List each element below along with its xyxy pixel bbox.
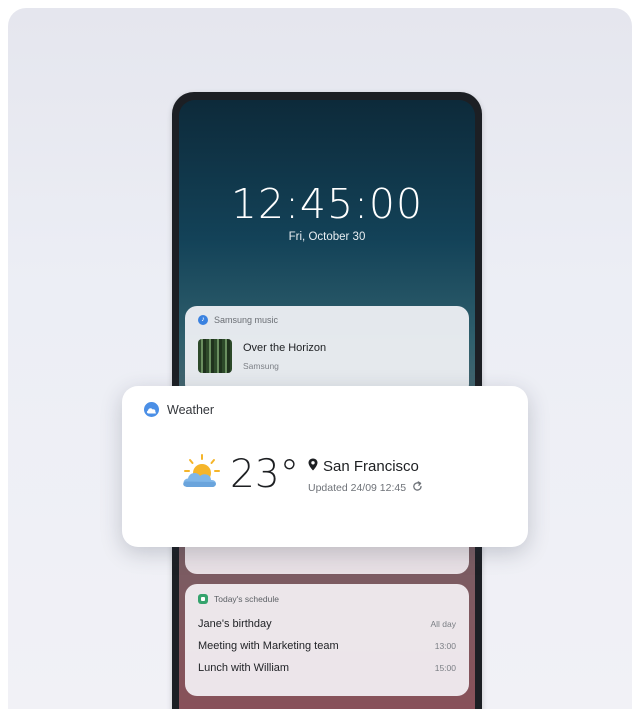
lockscreen-clock: 12:45:00 xyxy=(230,180,424,228)
location-name: San Francisco xyxy=(323,458,419,475)
event-time: All day xyxy=(430,619,456,629)
event-title: Lunch with William xyxy=(198,662,290,674)
weather-location-info: San Francisco Updated 24/09 12:45 xyxy=(308,458,423,495)
weather-widget[interactable]: Weather 23° San Francisco Updated 24/09 … xyxy=(122,386,528,547)
list-item[interactable]: Lunch with William 15:00 xyxy=(198,662,456,674)
weather-app-icon xyxy=(144,402,159,417)
refresh-icon[interactable] xyxy=(412,481,423,495)
song-title: Over the Horizon xyxy=(243,342,327,354)
music-app-name: Samsung music xyxy=(214,315,279,325)
lockscreen-date: Fri, October 30 xyxy=(288,231,366,243)
updated-row: Updated 24/09 12:45 xyxy=(308,481,423,495)
event-time: 15:00 xyxy=(434,663,456,673)
location-pin-icon xyxy=(308,458,318,475)
list-item[interactable]: Meeting with Marketing team 13:00 xyxy=(198,640,456,652)
weather-current: 23° xyxy=(180,452,299,497)
location-row: San Francisco xyxy=(308,458,423,475)
temperature: 23° xyxy=(230,452,300,497)
partly-cloudy-icon xyxy=(180,453,224,496)
song-artist: Samsung xyxy=(243,361,279,371)
list-item[interactable]: Jane's birthday All day xyxy=(198,618,456,630)
schedule-header: Today's schedule xyxy=(198,594,279,604)
calendar-icon xyxy=(198,594,208,604)
music-app-header: ♪ Samsung music xyxy=(198,315,278,325)
schedule-title: Today's schedule xyxy=(214,594,279,604)
promo-stage: 12:45:00 Fri, October 30 ♪ Samsung music… xyxy=(8,8,632,709)
music-notification[interactable]: ♪ Samsung music Over the Horizon Samsung xyxy=(185,306,469,396)
weather-header: Weather xyxy=(144,402,214,417)
event-title: Jane's birthday xyxy=(198,618,272,630)
weather-app-name: Weather xyxy=(167,402,215,417)
event-time: 13:00 xyxy=(434,641,456,651)
schedule-notification[interactable]: Today's schedule Jane's birthday All day… xyxy=(185,584,469,696)
music-note-icon: ♪ xyxy=(198,315,208,325)
event-title: Meeting with Marketing team xyxy=(198,640,339,652)
album-art xyxy=(198,339,232,373)
updated-time: Updated 24/09 12:45 xyxy=(308,482,407,494)
